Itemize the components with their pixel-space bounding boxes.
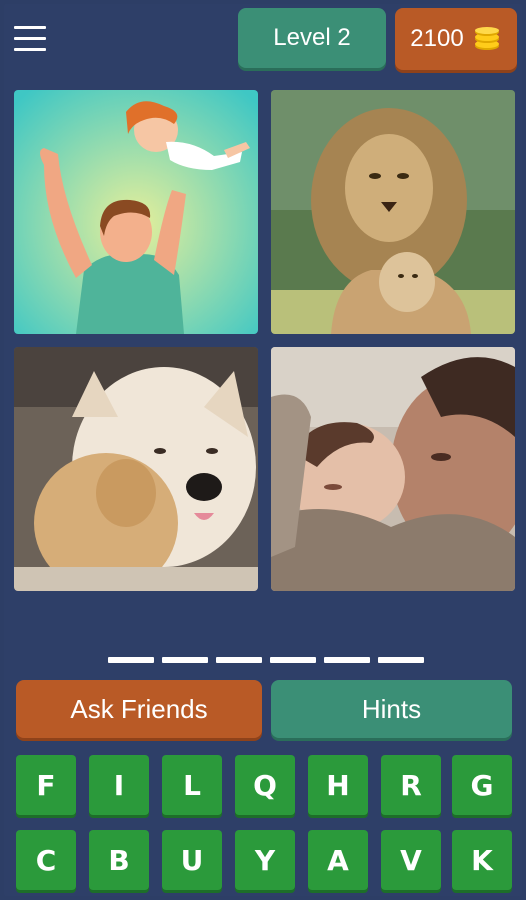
hamburger-menu-icon xyxy=(14,26,46,29)
answer-slot[interactable] xyxy=(270,657,316,663)
answer-slot[interactable] xyxy=(216,657,262,663)
answer-slot[interactable] xyxy=(108,657,154,663)
level-label: Level 2 xyxy=(273,24,351,51)
letter-key[interactable]: Y xyxy=(235,830,295,890)
letter-key[interactable]: B xyxy=(89,830,149,890)
letter-key[interactable]: K xyxy=(452,830,512,890)
menu-button[interactable] xyxy=(14,26,46,52)
coin-count: 2100 xyxy=(410,25,464,52)
answer-slots xyxy=(108,657,428,665)
letter-key[interactable]: I xyxy=(89,755,149,815)
hints-button[interactable]: Hints xyxy=(271,680,512,738)
letter-key[interactable]: F xyxy=(16,755,76,815)
picture-father-lifting-child[interactable] xyxy=(14,90,258,334)
letter-key[interactable]: R xyxy=(381,755,441,815)
letter-key[interactable]: C xyxy=(16,830,76,890)
letter-key[interactable]: U xyxy=(162,830,222,890)
picture-father-with-baby[interactable] xyxy=(271,347,515,591)
letter-key[interactable]: Q xyxy=(235,755,295,815)
level-indicator[interactable]: Level 2 xyxy=(238,8,386,68)
answer-slot[interactable] xyxy=(324,657,370,663)
hints-label: Hints xyxy=(361,693,422,724)
answer-slot[interactable] xyxy=(162,657,208,663)
answer-slot[interactable] xyxy=(378,657,424,663)
letter-key[interactable]: A xyxy=(308,830,368,890)
picture-lion-with-cub[interactable] xyxy=(271,90,515,334)
picture-dog-with-puppy[interactable] xyxy=(14,347,258,591)
coin-balance-button[interactable]: 2100 xyxy=(395,8,517,70)
ask-friends-button[interactable]: Ask Friends xyxy=(16,680,262,738)
letter-key[interactable]: H xyxy=(308,755,368,815)
letter-key[interactable]: V xyxy=(381,830,441,890)
letter-key[interactable]: G xyxy=(452,755,512,815)
coin-stack-icon xyxy=(474,27,499,50)
ask-friends-label: Ask Friends xyxy=(70,693,208,724)
letter-key[interactable]: L xyxy=(162,755,222,815)
